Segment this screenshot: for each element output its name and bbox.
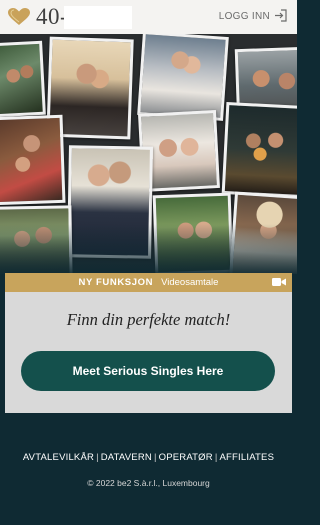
photo-couple-campfire [221,101,297,199]
banner-tag: NY FUNKSJON [78,277,154,288]
footer-separator: | [153,452,157,463]
banner-text: Videosamtale [161,277,219,288]
footer-link-privacy[interactable]: DATAVERN [101,452,152,463]
video-camera-icon [272,278,286,286]
footer-link-affiliates[interactable]: AFFILIATES [220,452,275,463]
login-icon[interactable] [274,9,287,22]
footer-separator: | [96,452,99,463]
brand-redaction [64,6,132,29]
collage-fade-overlay [0,224,297,274]
footer-link-operator[interactable]: OPERATØR [159,452,213,463]
footer-link-terms[interactable]: AVTALEVILKÅR [23,452,94,463]
copyright-text: © 2022 be2 S.à.r.l., Luxembourg [87,478,210,488]
footer-links: AVTALEVILKÅR | DATAVERN | OPERATØR | AFFILIATE… [0,452,297,463]
top-bar: 40- LOGG INN [0,0,297,34]
feature-banner: NY FUNKSJON Videosamtale [5,273,292,292]
tagline: Finn din perfekte match! [66,310,231,329]
photo-collage [0,34,297,274]
photo-couple-lake [0,40,46,118]
signup-card: NY FUNKSJON Videosamtale Finn din perfek… [5,273,292,413]
photo-couple-embrace [137,34,229,121]
meet-singles-button[interactable]: Meet Serious Singles Here [21,351,275,391]
heart-logo-icon[interactable] [8,8,30,26]
photo-couple-hug-window [0,114,66,206]
footer-separator: | [214,452,218,463]
login-link[interactable]: LOGG INN [219,11,270,22]
